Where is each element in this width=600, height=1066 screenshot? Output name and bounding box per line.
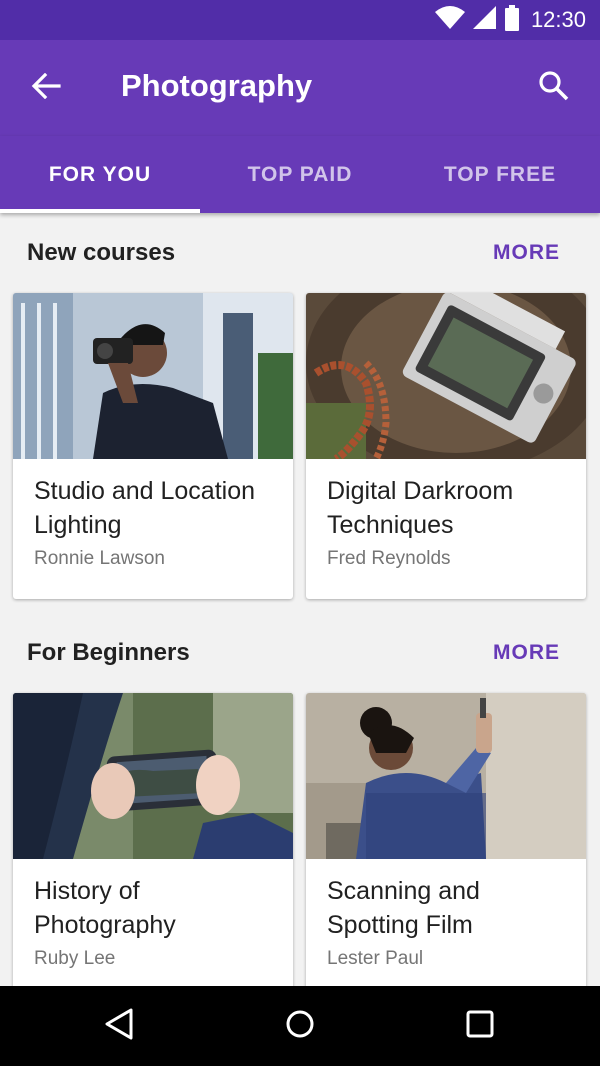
- section-header-new-courses: New courses MORE: [27, 233, 560, 273]
- course-card[interactable]: History of Photography Ruby Lee: [13, 693, 293, 986]
- app-bar: Photography: [0, 40, 600, 136]
- page-title: Photography: [121, 68, 313, 103]
- nav-home-button[interactable]: [260, 996, 340, 1056]
- tab-bar: FOR YOU TOP PAID TOP FREE: [0, 136, 600, 213]
- recents-square-icon: [465, 1009, 495, 1044]
- arrow-left-icon: [31, 72, 61, 104]
- back-triangle-icon: [103, 1007, 137, 1046]
- search-icon: [538, 70, 570, 107]
- course-image: [306, 693, 586, 859]
- course-title: Scanning and Spotting Film: [327, 877, 480, 939]
- section-title: New courses: [27, 239, 176, 266]
- course-image: [306, 293, 586, 459]
- nav-recents-button[interactable]: [440, 996, 520, 1056]
- course-author: Ronnie Lawson: [34, 548, 165, 569]
- back-button[interactable]: [20, 64, 72, 112]
- tab-top-paid[interactable]: TOP PAID: [200, 136, 400, 213]
- wifi-icon: [434, 5, 465, 35]
- course-image: [13, 293, 293, 459]
- course-title: Digital Darkroom Techniques: [327, 477, 514, 539]
- system-nav-bar: [0, 986, 600, 1066]
- more-button[interactable]: MORE: [493, 241, 560, 265]
- tab-top-free[interactable]: TOP FREE: [400, 136, 600, 213]
- nav-back-button[interactable]: [80, 996, 160, 1056]
- course-author: Fred Reynolds: [327, 548, 451, 569]
- course-author: Lester Paul: [327, 948, 424, 969]
- course-card[interactable]: Studio and Location Lighting Ronnie Laws…: [13, 293, 293, 599]
- course-title: History of Photography: [34, 877, 176, 939]
- section-header-for-beginners: For Beginners MORE: [27, 633, 560, 673]
- tab-for-you[interactable]: FOR YOU: [0, 136, 200, 213]
- course-title: Studio and Location Lighting: [34, 477, 256, 539]
- content-scroll[interactable]: New courses MORE Studio and Location Lig…: [0, 213, 600, 986]
- status-bar: 12:30: [0, 0, 600, 40]
- search-button[interactable]: [530, 64, 578, 112]
- course-card[interactable]: Scanning and Spotting Film Lester Paul: [306, 693, 586, 986]
- section-title: For Beginners: [27, 639, 190, 666]
- cellular-signal-icon: [472, 5, 497, 35]
- course-image: [13, 693, 293, 859]
- battery-icon: [504, 4, 519, 36]
- course-author: Ruby Lee: [34, 948, 116, 969]
- course-card[interactable]: Digital Darkroom Techniques Fred Reynold…: [306, 293, 586, 599]
- home-circle-icon: [285, 1009, 315, 1044]
- status-time: 12:30: [530, 7, 586, 32]
- more-button[interactable]: MORE: [493, 641, 560, 665]
- status-icons: 12:30: [434, 0, 586, 40]
